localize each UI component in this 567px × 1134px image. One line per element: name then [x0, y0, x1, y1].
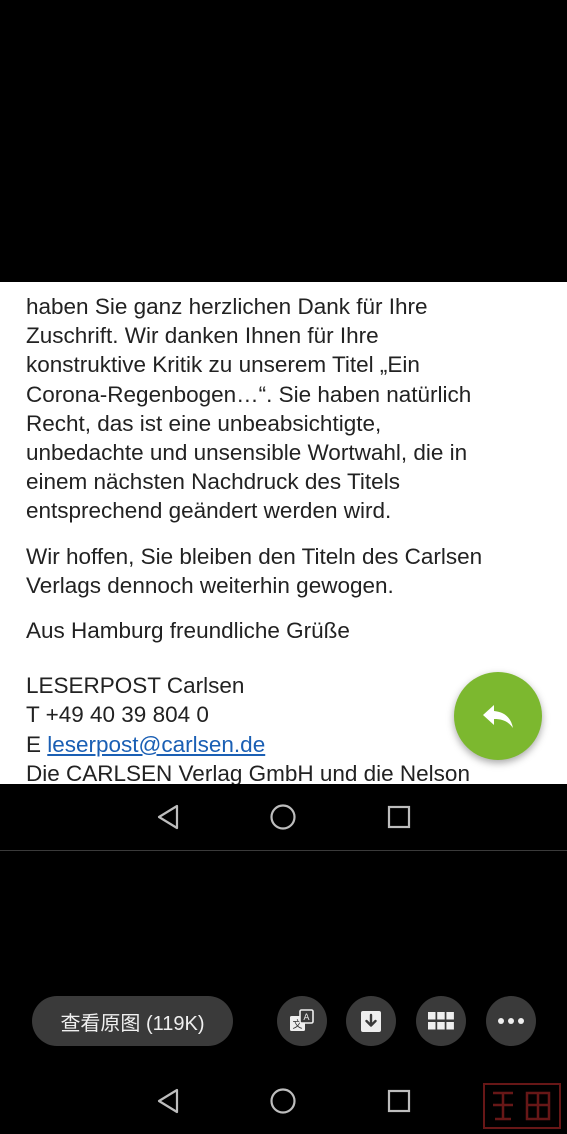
- text-line: haben Sie ganz herzlichen Dank für Ihre: [26, 294, 428, 319]
- text-line: unbedachte und unsensible Wortwahl, die …: [26, 440, 468, 466]
- view-original-button[interactable]: 查看原图 (119K): [32, 996, 233, 1046]
- text-line: Verlags dennoch weiterhin gewogen.: [26, 572, 394, 598]
- seal-watermark: [483, 1083, 561, 1129]
- greeting-text: Aus Hamburg freundliche Grüße: [26, 618, 350, 644]
- home-circle-icon: [270, 804, 297, 830]
- reply-button[interactable]: [454, 672, 542, 760]
- nav-back-button[interactable]: [148, 797, 188, 837]
- back-triangle-icon: [157, 1088, 178, 1114]
- nav-home-button[interactable]: [263, 1081, 303, 1121]
- grid-button[interactable]: [416, 996, 466, 1046]
- more-icon: [498, 1018, 524, 1024]
- signature-email-prefix: E: [26, 731, 48, 757]
- email-link[interactable]: leserpost@carlsen.de: [47, 732, 265, 757]
- home-circle-icon: [270, 1088, 297, 1114]
- download-icon: [361, 1011, 381, 1032]
- back-triangle-icon: [157, 804, 178, 830]
- text-line: einem nächsten Nachdruck des Titels: [26, 469, 400, 495]
- divider: [0, 850, 567, 851]
- signature-cutoff-line: Die CARLSEN Verlag GmbH und die Nelson: [26, 760, 470, 784]
- nav-recents-button[interactable]: [379, 797, 419, 837]
- seal-icon: [493, 1091, 551, 1121]
- email-greeting: Aus Hamburg freundliche Grüße: [26, 616, 546, 645]
- reply-icon: [483, 705, 513, 728]
- system-navigation-bar: [0, 1068, 567, 1134]
- download-button[interactable]: [346, 996, 396, 1046]
- more-button[interactable]: [486, 996, 536, 1046]
- text-line: Recht, das ist eine unbeabsichtigte,: [26, 410, 382, 436]
- nav-back-button[interactable]: [148, 1081, 188, 1121]
- grid-icon: [428, 1012, 454, 1030]
- recents-square-icon: [388, 1089, 411, 1113]
- image-viewer-toolbar: 查看原图 (119K) 文 A: [0, 996, 567, 1046]
- email-paragraph-1: haben Sie ganz herzlichen Dank für Ihre …: [26, 292, 546, 526]
- svg-text:A: A: [303, 1013, 310, 1023]
- text-line: entsprechend geändert werden wird.: [26, 498, 392, 524]
- top-black-area: [0, 0, 567, 282]
- text-line: Wir hoffen, Sie bleiben den Titeln des C…: [26, 543, 483, 569]
- text-line: Corona-Regenbogen…“. Sie haben natürlich: [26, 381, 472, 407]
- email-paragraph-2: Wir hoffen, Sie bleiben den Titeln des C…: [26, 542, 546, 600]
- translate-button[interactable]: 文 A: [277, 996, 327, 1046]
- recents-square-icon: [388, 805, 411, 829]
- inner-navigation-bar: [0, 784, 567, 850]
- text-line: konstruktive Kritik zu unserem Titel „Ei…: [26, 352, 420, 378]
- nav-recents-button[interactable]: [379, 1081, 419, 1121]
- text-line: Zuschrift. Wir danken Ihnen für Ihre: [26, 323, 379, 349]
- nav-home-button[interactable]: [263, 797, 303, 837]
- translate-icon: 文 A: [290, 1009, 314, 1031]
